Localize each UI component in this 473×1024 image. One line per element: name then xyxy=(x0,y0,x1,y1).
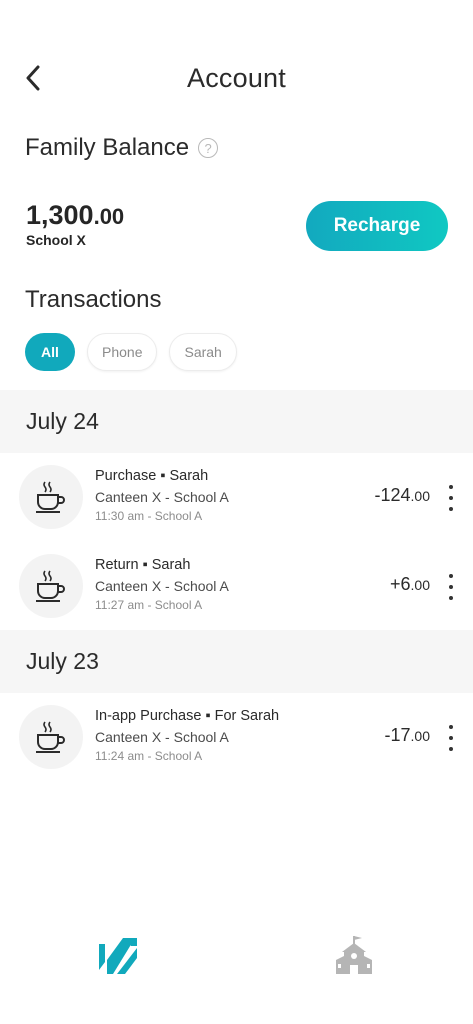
coffee-cup-icon xyxy=(19,465,83,529)
help-icon[interactable]: ? xyxy=(198,138,219,158)
amount-decimal: .00 xyxy=(410,577,430,593)
date-header: July 24 xyxy=(0,390,473,453)
transaction-time: 11:27 am - School A xyxy=(95,598,203,612)
balance-amount-decimal: .00 xyxy=(93,204,125,229)
date-header: July 23 xyxy=(0,630,473,693)
bottom-navigation xyxy=(0,930,473,990)
more-options-icon[interactable] xyxy=(443,725,459,751)
amount-decimal: .00 xyxy=(410,488,430,504)
transaction-details: Return ▪ Sarah Canteen X - School A 11:2… xyxy=(95,557,229,612)
school-building-icon[interactable] xyxy=(334,934,374,976)
amount-whole: -124 xyxy=(374,485,411,505)
transaction-details: In-app Purchase ▪ For Sarah Canteen X - … xyxy=(95,708,279,763)
balance-amount-whole: 1,300 xyxy=(26,200,94,230)
transaction-amount: -17.00 xyxy=(385,725,430,746)
coffee-cup-icon xyxy=(19,705,83,769)
date-label: July 24 xyxy=(26,408,99,434)
header: Account xyxy=(0,55,473,103)
recharge-button[interactable]: Recharge xyxy=(306,201,448,251)
balance-block: 1,300.00 School X xyxy=(26,200,124,248)
transaction-row[interactable]: Return ▪ Sarah Canteen X - School A 11:2… xyxy=(0,554,473,634)
amount-whole: +6 xyxy=(390,574,411,594)
more-options-icon[interactable] xyxy=(443,574,459,600)
transaction-type: In-app Purchase ▪ For Sarah xyxy=(95,708,280,724)
transaction-merchant: Canteen X - School A xyxy=(95,489,229,505)
page-title: Account xyxy=(187,63,286,93)
filter-chip-sarah[interactable]: Sarah xyxy=(169,333,237,371)
transaction-time: 11:24 am - School A xyxy=(95,749,203,763)
family-balance-heading: Family Balance ? xyxy=(25,134,219,162)
brand-logo-icon[interactable] xyxy=(97,934,139,976)
filter-chip-phone[interactable]: Phone xyxy=(87,333,158,371)
transaction-type: Purchase ▪ Sarah xyxy=(95,468,209,484)
transaction-type: Return ▪ Sarah xyxy=(95,557,191,573)
filter-chip-all[interactable]: All xyxy=(25,333,75,371)
transactions-title: Transactions xyxy=(25,286,162,313)
more-options-icon[interactable] xyxy=(443,485,459,511)
transaction-amount: -124.00 xyxy=(375,485,431,506)
transaction-details: Purchase ▪ Sarah Canteen X - School A 11… xyxy=(95,468,229,523)
transaction-merchant: Canteen X - School A xyxy=(95,729,229,745)
balance-amount: 1,300.00 xyxy=(26,200,124,231)
filter-chips: All Phone Sarah xyxy=(25,333,237,371)
amount-whole: -17 xyxy=(384,725,411,745)
amount-decimal: .00 xyxy=(410,728,430,744)
transaction-merchant: Canteen X - School A xyxy=(95,578,229,594)
transaction-row[interactable]: In-app Purchase ▪ For Sarah Canteen X - … xyxy=(0,705,473,785)
transaction-amount: +6.00 xyxy=(390,574,430,595)
balance-school: School X xyxy=(26,232,86,248)
coffee-cup-icon xyxy=(19,554,83,618)
date-label: July 23 xyxy=(26,648,99,674)
transaction-time: 11:30 am - School A xyxy=(95,509,203,523)
family-balance-title: Family Balance xyxy=(25,134,190,161)
transaction-row[interactable]: Purchase ▪ Sarah Canteen X - School A 11… xyxy=(0,465,473,545)
